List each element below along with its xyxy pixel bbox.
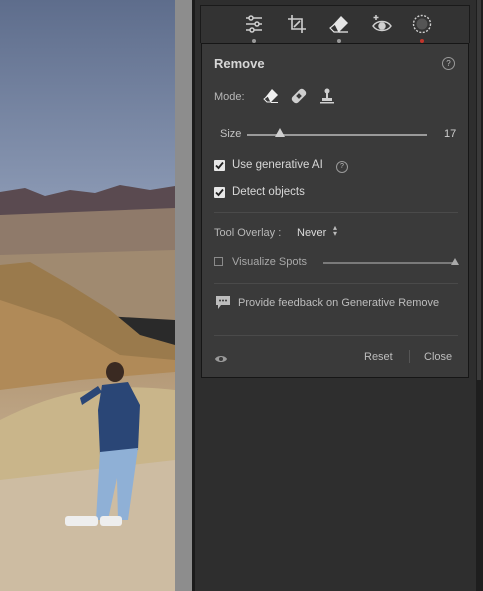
clone-stamp-icon[interactable]: [318, 87, 336, 105]
heal-bandage-icon[interactable]: [290, 87, 308, 105]
close-button[interactable]: Close: [424, 351, 452, 363]
tool-overlay-select[interactable]: Never: [297, 227, 326, 239]
use-generative-ai-checkbox[interactable]: [214, 160, 225, 171]
detect-objects-label: Detect objects: [232, 186, 305, 198]
size-slider[interactable]: [247, 134, 427, 136]
size-label: Size: [220, 128, 242, 140]
button-separator: [409, 350, 410, 363]
photo-canvas[interactable]: [0, 0, 175, 591]
edit-sliders-icon[interactable]: [242, 12, 266, 43]
feedback-link[interactable]: Provide feedback on Generative Remove: [238, 297, 439, 309]
red-eye-icon[interactable]: [370, 12, 394, 36]
size-slider-thumb[interactable]: [275, 128, 285, 137]
visualize-spots-slider[interactable]: [323, 262, 457, 264]
panel-title: Remove: [214, 56, 265, 71]
crop-icon[interactable]: [285, 12, 309, 36]
visualize-spots-slider-thumb[interactable]: [451, 258, 459, 265]
updown-arrows-icon[interactable]: ▴ ▾: [333, 224, 337, 238]
eraser-icon[interactable]: [327, 12, 351, 43]
visualize-spots-label: Visualize Spots: [232, 256, 308, 268]
divider: [214, 283, 458, 284]
tool-overlay-label: Tool Overlay :: [214, 227, 282, 239]
eye-icon[interactable]: [214, 351, 228, 362]
detect-objects-checkbox[interactable]: [214, 187, 225, 198]
divider: [214, 212, 458, 213]
feedback-chat-icon[interactable]: [215, 295, 231, 310]
remove-panel: Remove ? Mode: Size 17 Use generative AI…: [201, 43, 469, 378]
scrollbar-thumb[interactable]: [477, 0, 481, 380]
eraser-icon[interactable]: [262, 87, 280, 105]
divider: [214, 335, 458, 336]
size-value[interactable]: 17: [444, 128, 456, 140]
photo-image: [0, 0, 175, 591]
generative-ai-help-icon[interactable]: ?: [336, 161, 348, 173]
panel-scrollbar[interactable]: [476, 0, 483, 591]
mode-label: Mode:: [214, 91, 245, 103]
use-generative-ai-label: Use generative AI: [232, 159, 323, 171]
reset-button[interactable]: Reset: [364, 351, 393, 363]
edit-toolbar: [200, 5, 470, 43]
masking-icon[interactable]: [410, 12, 434, 43]
help-icon[interactable]: ?: [442, 57, 455, 70]
visualize-spots-checkbox[interactable]: [214, 257, 223, 266]
